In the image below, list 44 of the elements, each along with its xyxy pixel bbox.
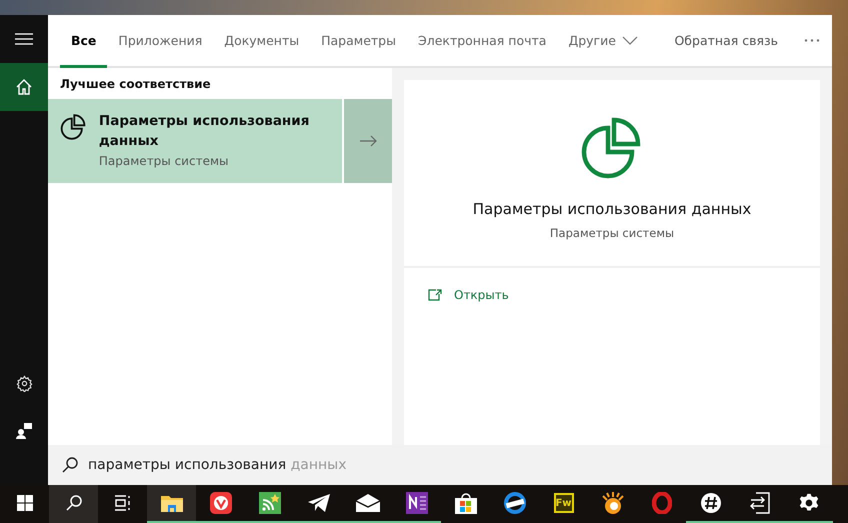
result-subtitle: Параметры системы	[98, 154, 230, 168]
gear-icon	[798, 493, 818, 513]
opera-logo-icon	[652, 492, 672, 514]
preview-subtitle: Параметры системы	[550, 226, 674, 240]
search-text: параметры использования данных	[88, 457, 347, 473]
result-title: Параметры использования данных	[98, 112, 310, 151]
fireworks-logo: Fw	[554, 493, 574, 513]
tab[interactable]: Приложения	[107, 15, 214, 68]
exit-arrows-icon	[750, 492, 770, 514]
hash-icon	[700, 493, 720, 513]
tab[interactable]: Другие	[557, 15, 649, 68]
tab[interactable]: Параметры	[310, 15, 407, 68]
vivaldi-icon	[210, 492, 232, 514]
explorer-taskbar-button[interactable]	[147, 485, 196, 523]
settings-icon	[16, 374, 32, 392]
search-icon	[66, 495, 82, 511]
result-item[interactable]: Параметры использования данных Параметры системы	[48, 99, 342, 183]
fireworks-taskbar-button[interactable]: Fw	[539, 485, 588, 523]
home-icon	[16, 79, 32, 95]
search-icon	[62, 457, 78, 473]
rss-feed-icon	[258, 492, 280, 514]
folder-icon	[160, 494, 182, 512]
section-heading: Лучшее соответствие	[59, 76, 212, 93]
menu-icon	[15, 33, 33, 45]
shopping-bag-icon	[454, 492, 476, 514]
eye-flower-icon	[600, 492, 624, 514]
tab[interactable]: Электронная почта	[406, 15, 558, 68]
feedback-person-icon	[16, 423, 32, 439]
chevron-down-icon	[622, 36, 638, 44]
notebook-icon	[406, 492, 428, 514]
task-view-icon	[114, 495, 131, 511]
open-window-icon	[428, 289, 442, 301]
windows-logo-icon	[16, 495, 32, 511]
more-icon	[804, 39, 820, 42]
tab[interactable]: Документы	[213, 15, 310, 68]
arrow-right-icon	[360, 135, 376, 147]
search-taskbar-button[interactable]	[49, 485, 98, 523]
feedback-link[interactable]: Обратная связь	[660, 15, 792, 66]
paper-plane-icon	[308, 494, 330, 512]
mail-icon	[356, 494, 380, 512]
browser-globe-icon	[504, 492, 526, 514]
open-action[interactable]: Открыть	[404, 268, 533, 322]
preview-title: Параметры использования данных	[472, 200, 752, 218]
home-button[interactable]	[0, 63, 48, 111]
